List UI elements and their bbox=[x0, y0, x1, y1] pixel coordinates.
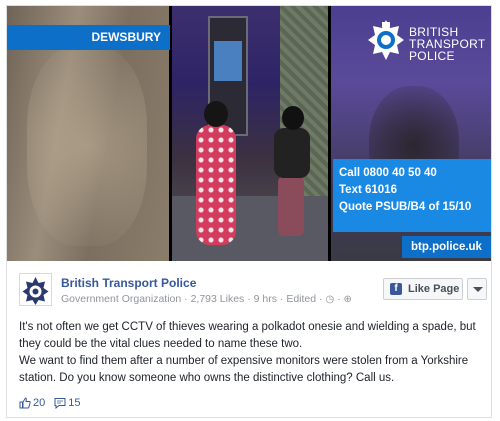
contact-info-box: Call 0800 40 50 40 Text 61016 Quote PSUB… bbox=[333, 159, 491, 232]
facebook-post: DEWSBURY BRITISH TRANSPORT POLICE Call 0… bbox=[6, 5, 492, 418]
post-message: It's not often we get CCTV of thieves we… bbox=[19, 319, 485, 387]
post-meta: Government Organization · 2,793 Likes · … bbox=[61, 293, 352, 305]
post-time[interactable]: 9 hrs bbox=[254, 293, 277, 305]
globe-icon: ⊕ bbox=[343, 294, 352, 305]
page-avatar[interactable] bbox=[19, 273, 52, 306]
post-options-dropdown[interactable] bbox=[467, 278, 487, 300]
facebook-icon: f bbox=[390, 283, 402, 295]
police-crest-icon bbox=[22, 277, 49, 305]
police-crest-icon bbox=[368, 20, 404, 60]
suspect-dark-clothing bbox=[270, 106, 320, 246]
comment-icon bbox=[54, 398, 66, 409]
post-stats: 20 15 bbox=[19, 395, 81, 411]
quote-reference: Quote PSUB/B4 of 15/10 bbox=[339, 201, 472, 213]
btp-logo-text: BRITISH TRANSPORT POLICE bbox=[409, 25, 486, 63]
cctv-image[interactable]: DEWSBURY BRITISH TRANSPORT POLICE Call 0… bbox=[7, 6, 491, 261]
post-message-line-1: It's not often we get CCTV of thieves we… bbox=[19, 321, 476, 350]
cctv-frame-middle bbox=[170, 6, 329, 261]
suspect-polkadot-onesie bbox=[192, 101, 242, 251]
like-page-button[interactable]: f Like Page bbox=[383, 278, 463, 300]
page-name-link[interactable]: British Transport Police bbox=[61, 276, 196, 290]
like-count[interactable]: 20 bbox=[33, 397, 45, 409]
post-message-line-2: We want to find them after a number of e… bbox=[19, 355, 469, 384]
like-icon bbox=[19, 397, 31, 409]
btp-logo: BRITISH TRANSPORT POLICE bbox=[367, 14, 486, 66]
comment-count[interactable]: 15 bbox=[68, 397, 80, 409]
call-number: Call 0800 40 50 40 bbox=[339, 167, 437, 179]
edited-label[interactable]: Edited bbox=[286, 293, 316, 305]
clock-icon: ◷ bbox=[325, 294, 335, 305]
website-tag: btp.police.uk bbox=[402, 236, 491, 258]
page-likes[interactable]: 2,793 Likes bbox=[191, 293, 245, 305]
location-tag: DEWSBURY bbox=[7, 25, 170, 50]
page-category[interactable]: Government Organization bbox=[61, 293, 181, 305]
text-number: Text 61016 bbox=[339, 184, 397, 196]
